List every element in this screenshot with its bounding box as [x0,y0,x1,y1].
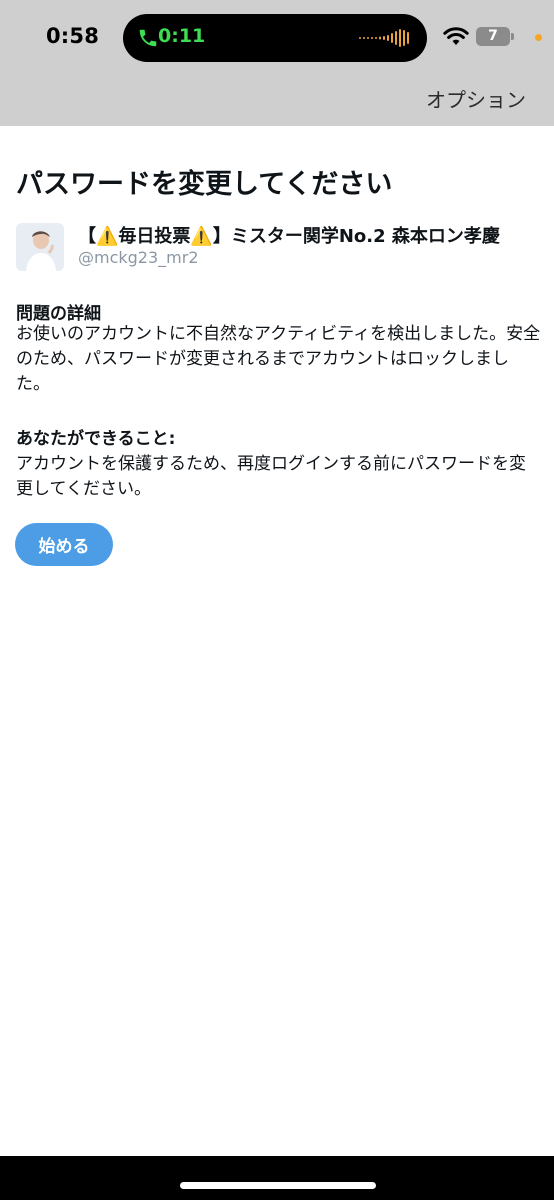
problem-details-heading: 問題の詳細 [16,304,101,324]
avatar [16,223,64,271]
call-indicator[interactable]: 0:11 [123,14,427,62]
avatar-image [16,223,64,271]
status-time: 0:58 [46,24,100,48]
what-you-can-do-heading: あなたができること: [16,429,176,449]
options-button[interactable]: オプション [426,84,526,113]
privacy-indicator-dot [535,34,542,41]
app-screen: 0:58 0:11 7 オプション パスワードを変更してください 【⚠️毎日投票… [0,0,554,1200]
call-duration: 0:11 [158,25,206,47]
problem-details-text: お使いのアカウントに不自然なアクティビティを検出しました。安全のため、パスワード… [16,324,541,394]
wifi-icon [443,27,469,45]
account-name: 【⚠️毎日投票⚠️】ミスター関学No.2 森本ロン孝慶 [78,226,500,247]
phone-icon [139,29,157,47]
start-button[interactable]: 始める [15,523,113,566]
bottom-bar [0,1156,554,1200]
battery-level: 7 [488,28,498,44]
battery-terminal [511,33,514,40]
top-bar: 0:58 0:11 7 オプション [0,0,554,126]
what-you-can-do-text: アカウントを保護するため、再度ログインする前にパスワードを変更してください。 [16,454,526,499]
page-title: パスワードを変更してください [16,169,393,200]
home-indicator[interactable] [180,1182,376,1189]
audio-wave-icon [359,29,409,47]
account-handle: @mckg23_mr2 [78,248,199,267]
